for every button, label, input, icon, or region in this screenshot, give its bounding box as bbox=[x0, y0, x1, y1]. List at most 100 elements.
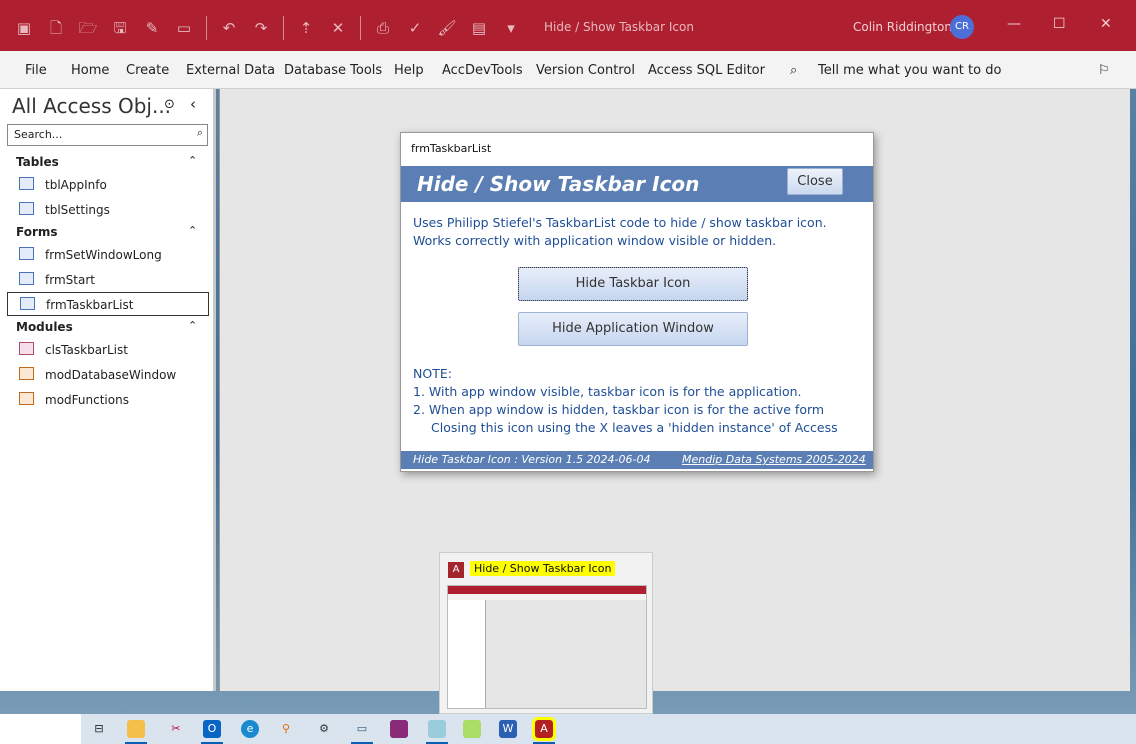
import-icon[interactable]: ⇡ bbox=[296, 18, 316, 38]
settings-icon[interactable]: ⚙ bbox=[315, 720, 333, 738]
group-forms[interactable]: Forms bbox=[16, 225, 58, 239]
mendip-link[interactable]: Mendip Data Systems 2005-2024 bbox=[682, 453, 866, 466]
remove-icon[interactable]: ✕ bbox=[328, 18, 348, 38]
hide-application-window-button[interactable]: Hide Application Window bbox=[518, 312, 748, 346]
save-as-icon[interactable]: ✎ bbox=[142, 18, 162, 38]
form-icon bbox=[19, 272, 34, 285]
nav-item-selected[interactable]: frmTaskbarList bbox=[7, 292, 209, 316]
nav-menu-chevron-icon[interactable]: ⊙ bbox=[164, 97, 175, 112]
navigation-pane: All Access Obj... ⊙ ‹ Search... ⌕ Tables ⌃… bbox=[0, 89, 216, 691]
customize-qat-icon[interactable]: ▾ bbox=[501, 18, 521, 38]
nav-item[interactable]: modDatabaseWindow bbox=[7, 363, 209, 387]
tab-home[interactable]: Home bbox=[71, 63, 109, 78]
group-tables[interactable]: Tables bbox=[16, 155, 59, 169]
item-label: modDatabaseWindow bbox=[45, 368, 177, 382]
form-window: frmTaskbarList Hide / Show Taskbar Icon … bbox=[400, 132, 874, 472]
monitor-icon[interactable]: ▭ bbox=[353, 720, 371, 738]
item-label: frmSetWindowLong bbox=[45, 248, 162, 262]
module-icon bbox=[19, 392, 34, 405]
search-placeholder: Search... bbox=[14, 128, 63, 141]
item-label: tblSettings bbox=[45, 203, 110, 217]
format-painter-icon[interactable]: 🖌 bbox=[437, 18, 457, 38]
nav-item[interactable]: modFunctions bbox=[7, 388, 209, 412]
snipping-tool-icon[interactable]: ✂ bbox=[167, 720, 185, 738]
chevron-up-icon[interactable]: ⌃ bbox=[188, 224, 197, 237]
nav-item[interactable]: tblAppInfo bbox=[7, 173, 209, 197]
avatar[interactable]: CR bbox=[950, 15, 974, 39]
hide-taskbar-icon-button[interactable]: Hide Taskbar Icon bbox=[518, 267, 748, 301]
tab-database-tools[interactable]: Database Tools bbox=[284, 63, 382, 78]
note-label: NOTE: bbox=[413, 366, 452, 381]
tab-external-data[interactable]: External Data bbox=[186, 63, 275, 78]
file-explorer-icon[interactable] bbox=[127, 720, 145, 738]
chevron-up-icon[interactable]: ⌃ bbox=[188, 154, 197, 167]
note-2: 2. When app window is hidden, taskbar ic… bbox=[413, 402, 825, 417]
window-icon[interactable]: ▭ bbox=[174, 18, 194, 38]
relationships-icon[interactable]: ▤ bbox=[469, 18, 489, 38]
nav-title[interactable]: All Access Obj... bbox=[12, 94, 171, 118]
tab-file[interactable]: File bbox=[25, 63, 47, 78]
taskbar: ⊟ ✂ O e ⚲ ⚙ ▭ W A bbox=[0, 714, 1136, 744]
access-taskbar-icon[interactable]: A bbox=[532, 717, 556, 741]
close-window-icon[interactable]: ✕ bbox=[1100, 16, 1112, 32]
separator bbox=[206, 16, 207, 40]
edge-icon[interactable]: e bbox=[241, 720, 259, 738]
item-label: frmTaskbarList bbox=[46, 298, 134, 312]
taskbar-search[interactable] bbox=[0, 714, 81, 744]
form-footer: Hide Taskbar Icon : Version 1.5 2024-06-… bbox=[401, 451, 873, 469]
minimize-icon[interactable]: — bbox=[1007, 16, 1021, 32]
thumbnail-title: Hide / Show Taskbar Icon bbox=[470, 561, 616, 576]
app-icon[interactable] bbox=[390, 720, 408, 738]
close-button[interactable]: Close bbox=[787, 168, 843, 195]
note-3: Closing this icon using the X leaves a '… bbox=[431, 420, 838, 435]
open-icon[interactable]: 🗁 bbox=[78, 18, 98, 38]
intro-line-2: Works correctly with application window … bbox=[413, 233, 777, 248]
outlook-icon[interactable]: O bbox=[203, 720, 221, 738]
print-preview-icon[interactable]: ⎙ bbox=[373, 18, 393, 38]
separator bbox=[360, 16, 361, 40]
access-icon: A bbox=[448, 562, 464, 578]
feedback-icon[interactable]: ⚐ bbox=[1098, 63, 1110, 78]
item-label: clsTaskbarList bbox=[45, 343, 128, 357]
word-icon[interactable]: W bbox=[499, 720, 517, 738]
tab-create[interactable]: Create bbox=[126, 63, 169, 78]
access-app-icon[interactable]: ▣ bbox=[14, 18, 34, 38]
taskbar-thumbnail-preview[interactable]: A Hide / Show Taskbar Icon bbox=[439, 552, 653, 714]
nav-item[interactable]: frmStart bbox=[7, 268, 209, 292]
tell-me-input[interactable]: Tell me what you want to do bbox=[818, 63, 1001, 78]
notepad-icon[interactable] bbox=[428, 720, 446, 738]
spelling-icon[interactable]: ✓ bbox=[405, 18, 425, 38]
form-heading: Hide / Show Taskbar Icon bbox=[417, 172, 700, 196]
maximize-icon[interactable]: ☐ bbox=[1053, 16, 1066, 32]
form-icon bbox=[19, 247, 34, 260]
new-icon[interactable]: 🗋 bbox=[46, 18, 66, 38]
title-bar: ▣ 🗋 🗁 🖫 ✎ ▭ ↶ ↷ ⇡ ✕ ⎙ ✓ 🖌 ▤ ▾ Hide / Sho… bbox=[0, 0, 1136, 51]
undo-icon[interactable]: ↶ bbox=[219, 18, 239, 38]
nav-item[interactable]: tblSettings bbox=[7, 198, 209, 222]
note-1: 1. With app window visible, taskbar icon… bbox=[413, 384, 802, 399]
search-tool-icon[interactable]: ⚲ bbox=[277, 720, 295, 738]
task-view-icon[interactable]: ⊟ bbox=[90, 720, 108, 738]
tab-access-sql-editor[interactable]: Access SQL Editor bbox=[648, 63, 765, 78]
redo-icon[interactable]: ↷ bbox=[251, 18, 271, 38]
table-icon bbox=[19, 202, 34, 215]
nav-search-input[interactable]: Search... ⌕ bbox=[7, 124, 208, 146]
tab-help[interactable]: Help bbox=[394, 63, 424, 78]
group-modules[interactable]: Modules bbox=[16, 320, 73, 334]
item-label: modFunctions bbox=[45, 393, 129, 407]
nav-item[interactable]: frmSetWindowLong bbox=[7, 243, 209, 267]
search-icon: ⌕ bbox=[196, 126, 203, 139]
save-icon[interactable]: 🖫 bbox=[110, 18, 130, 38]
chevron-up-icon[interactable]: ⌃ bbox=[188, 319, 197, 332]
nav-item[interactable]: clsTaskbarList bbox=[7, 338, 209, 362]
notepad-plus-icon[interactable] bbox=[463, 720, 481, 738]
tab-version-control[interactable]: Version Control bbox=[536, 63, 635, 78]
form-header: Hide / Show Taskbar Icon Close bbox=[401, 166, 873, 202]
user-name[interactable]: Colin Riddington bbox=[853, 20, 952, 34]
form-icon bbox=[20, 297, 35, 310]
class-module-icon bbox=[19, 342, 34, 355]
ribbon-tabs: File Home Create External Data Database … bbox=[0, 51, 1136, 89]
separator bbox=[283, 16, 284, 40]
collapse-pane-icon[interactable]: ‹ bbox=[190, 95, 196, 113]
tab-accdevtools[interactable]: AccDevTools bbox=[442, 63, 523, 78]
